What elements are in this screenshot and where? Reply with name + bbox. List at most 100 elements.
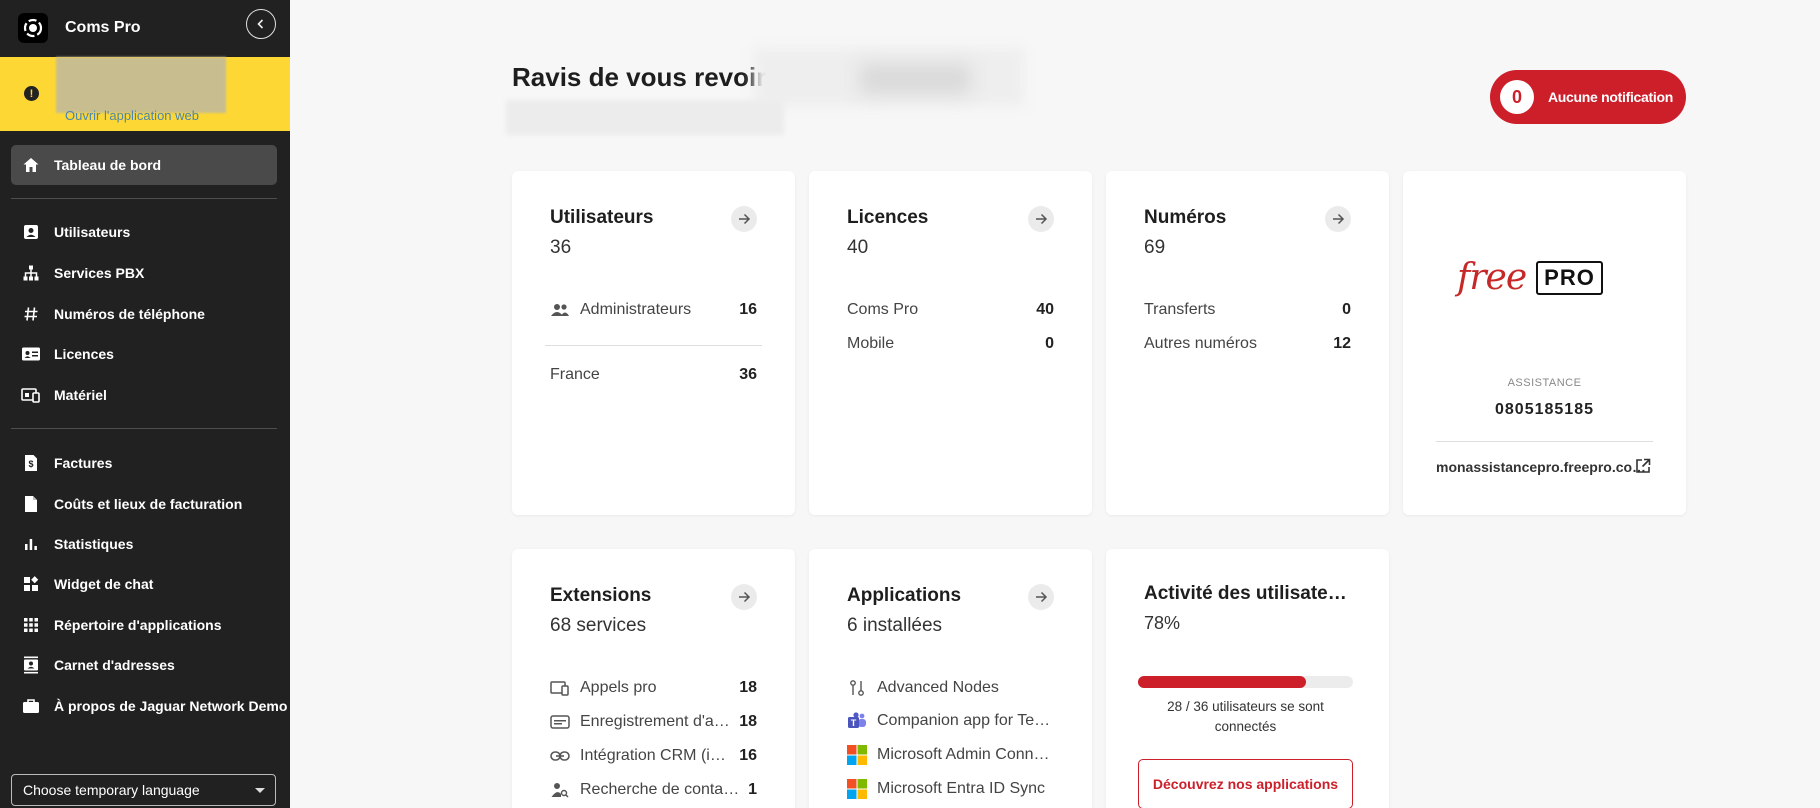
numbers-card[interactable]: Numéros 69 Transferts 0 Autres numéros 1…	[1106, 171, 1389, 515]
sidebar-item-chat-widget[interactable]: Widget de chat	[0, 564, 290, 604]
notifications-button[interactable]: 0 Aucune notification	[1490, 70, 1686, 124]
user-card-icon	[21, 222, 41, 242]
app-logo[interactable]	[18, 13, 48, 43]
row-label: France	[550, 366, 600, 383]
licences-card[interactable]: Licences 40 Coms Pro 40 Mobile 0	[809, 171, 1092, 515]
sidebar-item-label: Coûts et lieux de facturation	[54, 496, 243, 512]
microsoft-icon	[847, 745, 867, 765]
card-title: Utilisateurs	[550, 207, 654, 228]
row-label: Administrateurs	[580, 301, 692, 318]
collapse-sidebar-button[interactable]	[246, 9, 276, 39]
link-icon	[550, 750, 570, 762]
numbers-open-button[interactable]	[1325, 206, 1351, 232]
card-divider	[1436, 441, 1653, 442]
free-pro-logo: free PRO	[1457, 257, 1603, 298]
row-value: 12	[1333, 335, 1351, 352]
row-label: Microsoft Entra ID Sync	[877, 780, 1046, 797]
teams-icon: T	[847, 712, 867, 730]
discover-apps-button[interactable]: Découvrez nos applications	[1138, 759, 1353, 808]
row-value: 0	[1045, 335, 1054, 352]
list-item: Mobile 0	[847, 333, 1054, 355]
brand-word: free	[1457, 257, 1527, 298]
list-item: Administrateurs 16	[550, 299, 757, 321]
svg-text:T: T	[851, 718, 857, 728]
sidebar-item-invoices[interactable]: $ Factures	[0, 443, 290, 483]
support-card: free PRO ASSISTANCE 0805185185 monassist…	[1403, 171, 1686, 515]
applications-card[interactable]: Applications 6 installées Advanced Nodes…	[809, 549, 1092, 808]
language-select[interactable]: Choose temporary language	[11, 774, 276, 806]
svg-text:$: $	[28, 459, 33, 469]
row-value: 40	[1036, 301, 1054, 318]
redacted-text	[56, 57, 226, 113]
list-item: Enregistrement d'a… 18	[550, 711, 757, 733]
sidebar-item-label: Statistiques	[54, 536, 134, 552]
users-card[interactable]: Utilisateurs 36 Administrateurs 16 Franc…	[512, 171, 795, 515]
row-label: Microsoft Admin Conne…	[877, 746, 1054, 763]
assistance-phone[interactable]: 0805185185	[1403, 401, 1686, 419]
widget-icon	[21, 574, 41, 594]
sidebar-item-pbx[interactable]: Services PBX	[0, 253, 290, 293]
extensions-card[interactable]: Extensions 68 services Appels pro 18 Enr…	[512, 549, 795, 808]
nodes-icon	[847, 679, 867, 697]
language-select-value: Choose temporary language	[23, 782, 200, 798]
sidebar-item-licences[interactable]: Licences	[0, 334, 290, 374]
applications-open-button[interactable]	[1028, 584, 1054, 610]
sidebar-divider	[11, 198, 277, 199]
row-label: Intégration CRM (i…	[580, 747, 726, 764]
list-item: Coms Pro 40	[847, 299, 1054, 321]
sidebar-item-phone-numbers[interactable]: Numéros de téléphone	[0, 294, 290, 334]
row-label: Advanced Nodes	[877, 679, 999, 696]
warning-icon: !	[24, 86, 39, 101]
sidebar-item-label: À propos de Jaguar Network Demo	[54, 698, 288, 714]
row-value: 18	[739, 679, 757, 696]
sidebar-item-dashboard[interactable]: Tableau de bord	[11, 145, 277, 185]
row-value: 16	[739, 747, 757, 764]
activity-percent: 78%	[1144, 613, 1181, 633]
row-value: 0	[1342, 301, 1351, 318]
row-value: 1	[748, 781, 757, 798]
extensions-open-button[interactable]	[731, 584, 757, 610]
open-web-app-link[interactable]: Ouvrir l'application web	[65, 108, 199, 123]
card-count: 40	[847, 237, 869, 258]
list-item: Microsoft Entra ID Sync	[847, 778, 1054, 800]
assistance-link[interactable]: monassistancepro.freepro.co…	[1436, 459, 1646, 475]
sidebar-item-users[interactable]: Utilisateurs	[0, 212, 290, 252]
bar-chart-icon	[21, 534, 41, 554]
card-title: Extensions	[550, 585, 652, 606]
page-title: Ravis de vous revoir	[512, 62, 767, 92]
licences-open-button[interactable]	[1028, 206, 1054, 232]
card-title: Licences	[847, 207, 929, 228]
list-item: France 36	[550, 364, 757, 386]
sidebar-item-hardware[interactable]: Matériel	[0, 375, 290, 415]
notification-label: Aucune notification	[1548, 89, 1673, 105]
row-label: Mobile	[847, 335, 895, 352]
arrow-right-icon	[739, 213, 751, 225]
card-divider	[545, 345, 762, 346]
chevron-down-icon	[255, 788, 265, 793]
row-label: Appels pro	[580, 679, 657, 696]
row-label: Recherche de conta…	[580, 781, 740, 798]
arrow-right-icon	[739, 591, 751, 603]
sidebar-item-about[interactable]: À propos de Jaguar Network Demo	[0, 686, 290, 726]
external-link-icon[interactable]	[1634, 457, 1652, 480]
list-item: Transferts 0	[1144, 299, 1351, 321]
sidebar-item-billing[interactable]: Coûts et lieux de facturation	[0, 484, 290, 524]
list-item: Intégration CRM (i… 16	[550, 745, 757, 767]
devices-icon	[21, 385, 41, 405]
invoice-icon: $	[21, 453, 41, 473]
briefcase-icon	[21, 696, 41, 716]
redacted-subtitle	[506, 100, 784, 135]
sidebar-header: Coms Pro	[0, 0, 290, 56]
users-open-button[interactable]	[731, 206, 757, 232]
row-label: Coms Pro	[847, 301, 919, 318]
contacts-icon	[21, 655, 41, 675]
app-title: Coms Pro	[65, 19, 141, 36]
sidebar-item-address-book[interactable]: Carnet d'adresses	[0, 645, 290, 685]
sidebar-item-label: Tableau de bord	[54, 157, 162, 173]
list-item: Advanced Nodes	[847, 677, 1054, 699]
connected-users-text: 28 / 36 utilisateurs se sont connectés	[1167, 699, 1324, 734]
sidebar-item-statistics[interactable]: Statistiques	[0, 524, 290, 564]
sidebar-divider	[11, 428, 277, 429]
list-item: Recherche de conta… 1	[550, 779, 757, 801]
sidebar-item-app-directory[interactable]: Répertoire d'applications	[0, 605, 290, 645]
